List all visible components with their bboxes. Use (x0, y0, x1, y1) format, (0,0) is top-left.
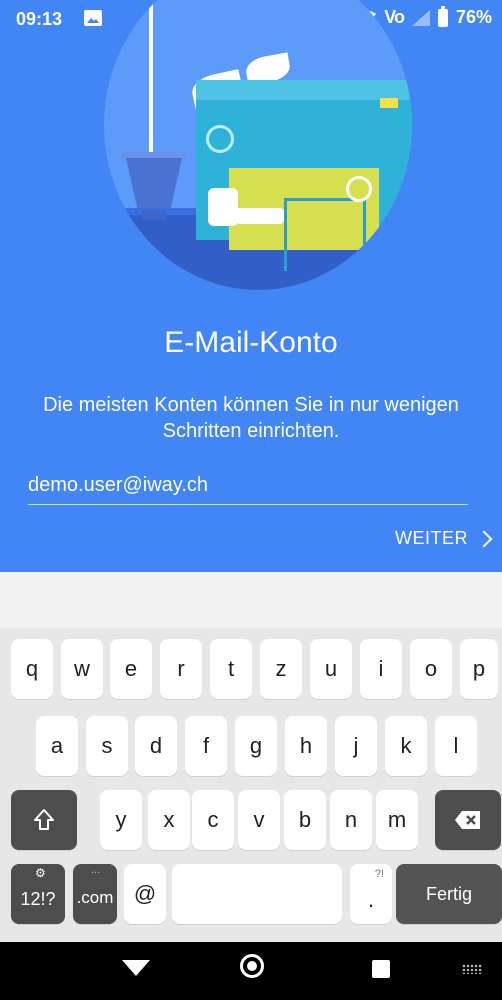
next-button[interactable]: WEITER (395, 528, 493, 549)
key-p[interactable]: p (460, 639, 498, 699)
backspace-icon (455, 811, 480, 829)
key-u[interactable]: u (310, 639, 352, 699)
key-k[interactable]: k (385, 716, 427, 776)
battery-icon (437, 5, 448, 27)
image-icon (84, 10, 102, 26)
period-hint: ?! (374, 868, 384, 880)
keyboard-icon[interactable] (462, 964, 482, 974)
settings-icon: ⚙ (35, 866, 46, 880)
key-r[interactable]: r (160, 639, 202, 699)
key-i[interactable]: i (360, 639, 402, 699)
key-j[interactable]: j (335, 716, 377, 776)
backspace-key[interactable] (435, 790, 501, 850)
key-e[interactable]: e (110, 639, 152, 699)
key-g[interactable]: g (235, 716, 277, 776)
on-screen-keyboard: q w e r t z u i o p a s d f g h j k l y … (0, 628, 502, 942)
key-v[interactable]: v (238, 790, 280, 850)
shift-icon (34, 809, 54, 830)
key-l[interactable]: l (435, 716, 477, 776)
page-subtitle: Die meisten Konten können Sie in nur wen… (43, 394, 459, 442)
com-label: .com (76, 888, 114, 907)
signal-icon (411, 9, 430, 26)
key-b[interactable]: b (284, 790, 326, 850)
email-illustration (104, 0, 412, 290)
next-label: WEITER (395, 528, 468, 548)
home-icon[interactable] (240, 954, 264, 978)
symbols-label: 12!? (20, 888, 56, 909)
key-f[interactable]: f (185, 716, 227, 776)
email-input[interactable] (28, 468, 468, 502)
done-key[interactable]: Fertig (396, 864, 502, 924)
page-title: E-Mail-Konto (164, 326, 338, 359)
chevron-right-icon (475, 530, 493, 547)
key-o[interactable]: o (410, 639, 452, 699)
key-c[interactable]: c (192, 790, 234, 850)
battery-level: 76% (455, 7, 492, 27)
com-key[interactable]: ... .com (73, 864, 117, 924)
space-key[interactable] (172, 864, 342, 924)
key-w[interactable]: w (61, 639, 103, 699)
shift-key[interactable] (11, 790, 77, 850)
status-time: 09:13 (16, 9, 63, 29)
email-underline (28, 504, 468, 505)
symbols-key[interactable]: ⚙ 12!? (11, 864, 65, 924)
recents-icon[interactable] (372, 960, 390, 978)
at-key[interactable]: @ (124, 864, 166, 924)
key-m[interactable]: m (376, 790, 418, 850)
key-x[interactable]: x (148, 790, 190, 850)
key-s[interactable]: s (86, 716, 128, 776)
com-hint: ... (91, 864, 101, 876)
key-q[interactable]: q (11, 639, 53, 699)
period-key[interactable]: ?! . (350, 864, 392, 924)
key-a[interactable]: a (36, 716, 78, 776)
back-icon[interactable] (122, 960, 150, 976)
key-d[interactable]: d (135, 716, 177, 776)
navigation-bar (0, 942, 502, 1000)
period-label: . (367, 887, 375, 912)
key-y[interactable]: y (100, 790, 142, 850)
key-n[interactable]: n (330, 790, 372, 850)
key-t[interactable]: t (210, 639, 252, 699)
key-z[interactable]: z (260, 639, 302, 699)
key-h[interactable]: h (285, 716, 327, 776)
